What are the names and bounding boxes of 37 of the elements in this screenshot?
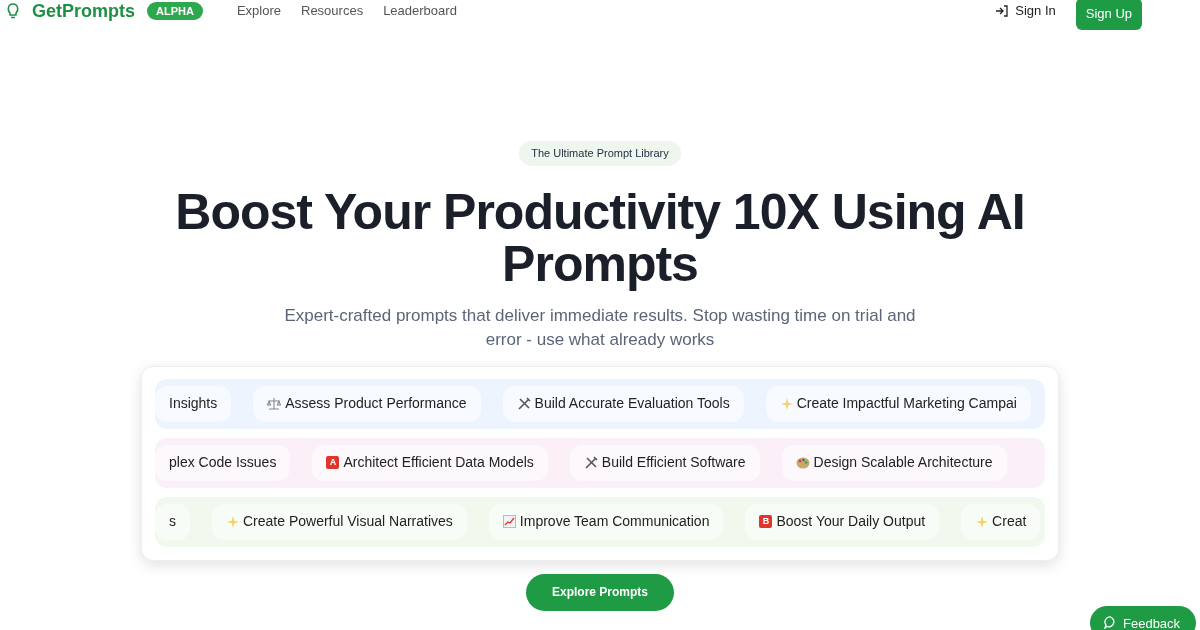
prompt-chip[interactable]: Insights: [155, 385, 232, 422]
nav-link[interactable]: Explore: [236, 1, 281, 21]
sign-up-button[interactable]: Sign Up: [1075, 0, 1142, 30]
prompt-chip[interactable]: Create Powerful Visual Narratives: [212, 503, 467, 540]
sign-in-button[interactable]: Sign In: [995, 1, 1056, 21]
hero-subtitle: Expert-crafted prompts that deliver immediate results. Stop wasting time on trial and error - use what already works: [283, 304, 917, 351]
lightbulb-icon: [6, 3, 20, 19]
letter-badge-icon: B: [759, 515, 773, 528]
nav-link[interactable]: Resources: [301, 1, 364, 21]
scales-icon: [267, 396, 282, 411]
sparkles-icon: [975, 515, 989, 528]
nav-link[interactable]: Leaderboard: [383, 1, 457, 21]
prompt-chip[interactable]: Create Impactful Marketing Campai: [765, 385, 1031, 422]
letter-badge-icon: A: [326, 456, 340, 469]
prompt-chip[interactable]: Creat: [961, 503, 1041, 540]
prompt-chip[interactable]: Build Accurate Evaluation Tools: [502, 385, 744, 422]
sparkles-icon: [226, 515, 239, 528]
prompt-chip[interactable]: s: [155, 503, 190, 540]
sign-in-icon: [995, 5, 1010, 17]
palette-icon: [795, 456, 810, 469]
hero-heading: Boost Your Productivity 10X Using AI Prompts: [174, 185, 1026, 290]
prompt-chip[interactable]: plex Code Issues: [155, 444, 291, 481]
tools-icon: [516, 396, 531, 411]
prompt-chip[interactable]: Build Efficient Software: [569, 444, 760, 481]
chart-icon: [502, 515, 516, 528]
tools-icon: [583, 455, 598, 470]
tagline-pill: The Ultimate Prompt Library: [519, 141, 681, 166]
prompt-chip[interactable]: Improve Team Communication: [488, 503, 724, 540]
prompt-chip[interactable]: Assess Product Performance: [253, 385, 481, 422]
feedback-button[interactable]: Feedback: [1090, 606, 1197, 630]
chat-bubble-icon: [1104, 616, 1117, 629]
brand-logo[interactable]: GetPrompts: [32, 0, 136, 25]
alpha-badge: ALPHA: [147, 1, 203, 21]
explore-prompts-button[interactable]: Explore Prompts: [526, 573, 674, 611]
prompt-chip[interactable]: B Boost Your Daily Output: [745, 503, 940, 540]
prompt-chip[interactable]: A Architect Efficient Data Models: [312, 444, 548, 481]
prompt-chip[interactable]: Design Scalable Architecture: [781, 444, 1007, 481]
